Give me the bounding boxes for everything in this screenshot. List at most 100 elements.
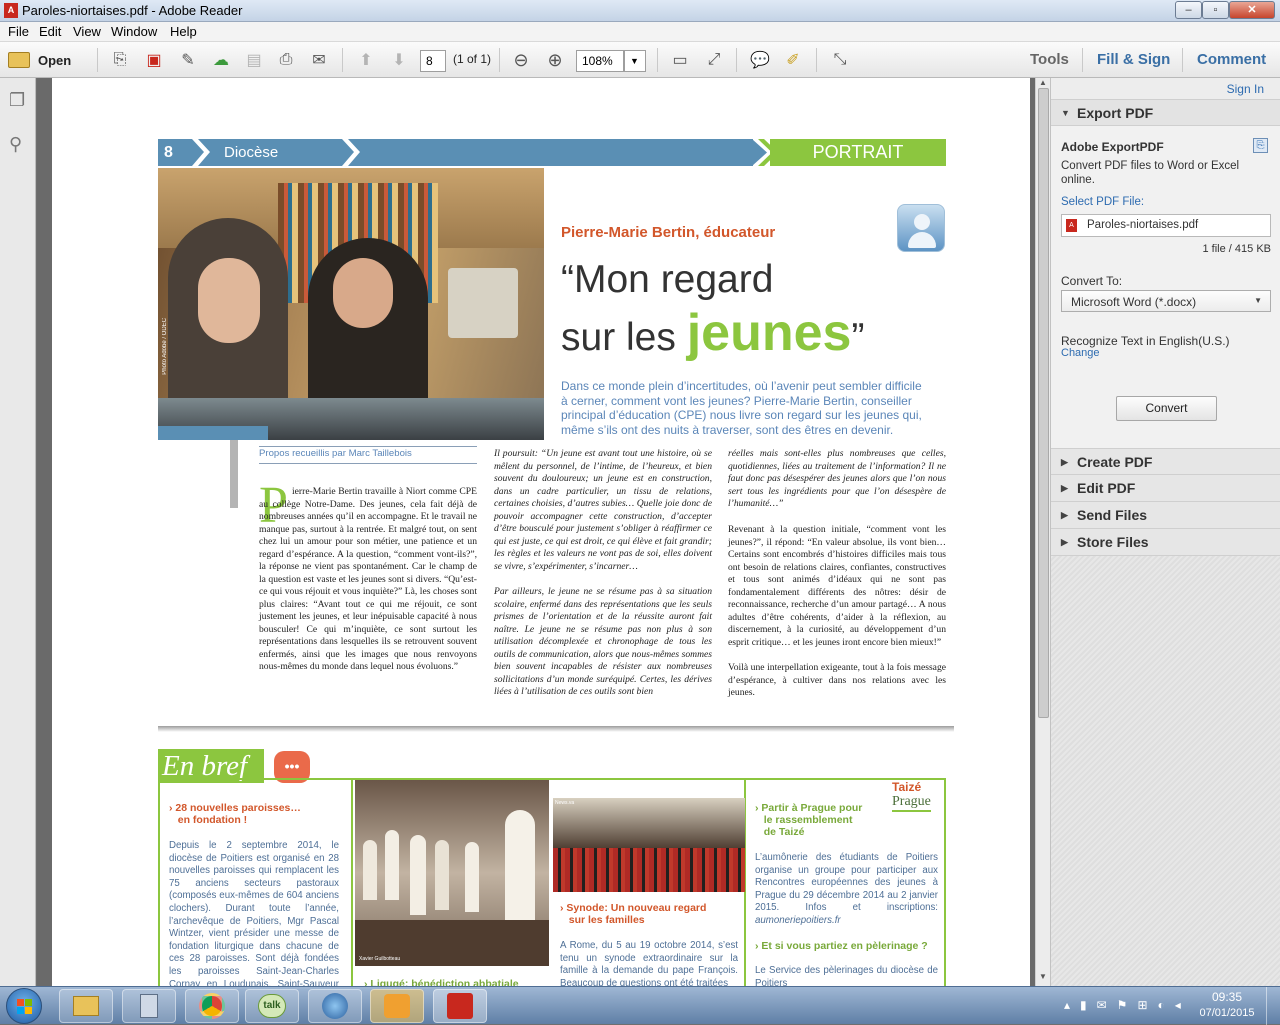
headline-line-2: sur les jeunes”: [561, 306, 864, 365]
export-pdf-label: Export PDF: [1077, 105, 1154, 121]
adobe-exportpdf-title: Adobe ExportPDF: [1061, 140, 1164, 154]
create-pdf-label: Create PDF: [1077, 454, 1153, 470]
scroll-down-icon[interactable]: ▼: [1039, 972, 1047, 981]
article-column-3b: Revenant à la question initiale, “commen…: [728, 524, 946, 648]
pages-icon[interactable]: ❐: [9, 90, 25, 111]
export-pdf-body: Adobe ExportPDF ⎘ Convert PDF files to W…: [1051, 126, 1280, 448]
prague-logo: Prague: [892, 794, 931, 812]
menu-edit[interactable]: Edit: [39, 24, 61, 39]
tools-link[interactable]: Tools: [1030, 51, 1069, 68]
save-icon[interactable]: ▤: [242, 49, 266, 71]
brief-5-text: Le Service des pèlerinages du diocèse de…: [755, 965, 938, 986]
pdf-convert-icon[interactable]: ▣: [142, 49, 166, 71]
attachment-icon[interactable]: ⚲: [9, 134, 22, 155]
photo-credit: Photo Adobe / ODEC: [162, 318, 168, 375]
brief-2-title: › Ligugé: bénédiction abbatiale: [364, 978, 519, 986]
banner-chevrons: [192, 139, 360, 166]
minimize-button[interactable]: –: [1175, 1, 1202, 19]
file-info: 1 file / 415 KB: [1202, 243, 1272, 255]
print-icon[interactable]: ⎙: [274, 49, 298, 71]
maximize-button[interactable]: ▫: [1202, 1, 1229, 19]
email-icon[interactable]: ✉: [307, 49, 331, 71]
title-bar: A Paroles-niortaises.pdf - Adobe Reader …: [0, 0, 1280, 22]
zoom-input[interactable]: 108%: [576, 50, 624, 72]
export-description: Convert PDF files to Word or Excel onlin…: [1061, 160, 1240, 186]
menu-window[interactable]: Window: [111, 24, 157, 39]
menu-file[interactable]: File: [8, 24, 29, 39]
store-files-label: Store Files: [1077, 534, 1149, 550]
export-info-icon[interactable]: ⎘: [1253, 138, 1268, 153]
panel-empty-area: [1051, 556, 1280, 986]
menu-help[interactable]: Help: [170, 24, 197, 39]
selected-file-field[interactable]: A Paroles-niortaises.pdf: [1061, 214, 1271, 237]
convert-button[interactable]: Convert: [1116, 396, 1217, 421]
send-files-section[interactable]: ▶ Send Files: [1051, 502, 1280, 529]
change-link[interactable]: Change: [1061, 347, 1100, 359]
create-icon[interactable]: ⎘: [108, 49, 132, 71]
start-button[interactable]: [6, 988, 42, 1024]
classroom-photo: Photo Adobe / ODEC: [158, 168, 544, 440]
sign-in-link[interactable]: Sign In: [1227, 82, 1264, 96]
scroll-up-icon[interactable]: ▲: [1039, 78, 1047, 87]
zoom-in-icon[interactable]: ⊕: [543, 49, 567, 71]
headline-part: sur les: [561, 316, 687, 359]
menu-view[interactable]: View: [73, 24, 101, 39]
clock-date[interactable]: 07/01/2015: [1192, 1007, 1262, 1019]
comment-icon[interactable]: 💬: [748, 49, 772, 71]
talk-icon: talk: [258, 994, 286, 1018]
comment-link[interactable]: Comment: [1197, 51, 1266, 68]
headline-highlight: jeunes: [686, 304, 852, 362]
upload-icon[interactable]: ☁: [209, 49, 233, 71]
outlook-taskbar-button[interactable]: [370, 989, 424, 1023]
photo-caption: Xavier Guilbotteau: [359, 956, 401, 962]
calculator-taskbar-button[interactable]: [122, 989, 176, 1023]
adobe-reader-taskbar-button[interactable]: [433, 989, 487, 1023]
gtalk-taskbar-button[interactable]: talk: [245, 989, 299, 1023]
article-column-1: ierre-Marie Bertin travaille à Niort com…: [259, 486, 477, 672]
zoom-out-icon[interactable]: ⊖: [509, 49, 533, 71]
brief-4-link: aumoneriepoitiers.fr: [755, 914, 841, 926]
fit-page-icon[interactable]: ▭: [668, 49, 692, 71]
explorer-taskbar-button[interactable]: [59, 989, 113, 1023]
chrome-taskbar-button[interactable]: [185, 989, 239, 1023]
article-column-3a: réelles mais sont-elles plus nombreuses …: [728, 448, 946, 509]
zoom-dropdown-icon[interactable]: ▼: [624, 50, 646, 72]
export-pdf-section-header[interactable]: ▼ Export PDF: [1051, 99, 1280, 126]
thunderbird-taskbar-button[interactable]: [308, 989, 362, 1023]
vertical-scrollbar[interactable]: ▲ ▼: [1035, 78, 1050, 986]
highlight-icon[interactable]: ✐: [781, 49, 805, 71]
brief-4-body: L’aumônerie des étudiants de Poitiers or…: [755, 852, 938, 914]
selected-file-name: Paroles-niortaises.pdf: [1087, 219, 1199, 231]
page-count: (1 of 1): [453, 52, 492, 66]
pdf-app-icon: A: [4, 3, 18, 18]
previous-page-icon[interactable]: ⬆: [354, 49, 378, 71]
lead-paragraph: Dans ce monde plein d’incertitudes, où l…: [561, 379, 922, 437]
convert-to-label: Convert To:: [1061, 274, 1123, 288]
photo-credit-synod: News.va: [555, 800, 575, 806]
window-title: Paroles-niortaises.pdf - Adobe Reader: [22, 3, 243, 18]
edit-pdf-section[interactable]: ▶ Edit PDF: [1051, 475, 1280, 502]
windows-taskbar: talk ▴▮✉⚑⊞◐◂ 09:35 07/01/2015: [0, 986, 1280, 1025]
fill-sign-link[interactable]: Fill & Sign: [1097, 51, 1170, 68]
next-page-icon[interactable]: ⬇: [387, 49, 411, 71]
clock-time[interactable]: 09:35: [1196, 990, 1258, 1004]
close-button[interactable]: ✕: [1229, 1, 1275, 19]
brief-4-title: › Partir à Prague pour le rassemblement …: [755, 802, 863, 838]
synod-photo: News.va: [553, 798, 745, 892]
store-files-section[interactable]: ▶ Store Files: [1051, 529, 1280, 556]
chevron-right-icon: ▶: [1061, 537, 1068, 547]
photo-caption-bar: [158, 426, 268, 440]
brief-1-title: › 28 nouvelles paroisses… en fondation !: [169, 802, 301, 826]
scrollbar-thumb[interactable]: [1038, 88, 1049, 718]
show-desktop-button[interactable]: [1266, 987, 1280, 1025]
format-select[interactable]: Microsoft Word (*.docx) ▼: [1061, 290, 1271, 312]
fullscreen-icon[interactable]: ⤡: [828, 49, 852, 71]
document-viewport[interactable]: 8 Diocèse PORTRAIT Photo Adobe / ODEC Pi…: [37, 78, 1035, 986]
fit-width-icon[interactable]: ⤢: [702, 49, 726, 71]
create-pdf-section[interactable]: ▶ Create PDF: [1051, 448, 1280, 475]
open-button[interactable]: Open: [8, 49, 72, 71]
mail-icon: [322, 993, 348, 1019]
page-number-input[interactable]: 8: [420, 50, 446, 72]
toolbar: Open ⎘ ▣ ✎ ☁ ▤ ⎙ ✉ ⬆ ⬇ 8 (1 of 1) ⊖ ⊕ 10…: [0, 42, 1280, 78]
edit-icon[interactable]: ✎: [176, 49, 200, 71]
